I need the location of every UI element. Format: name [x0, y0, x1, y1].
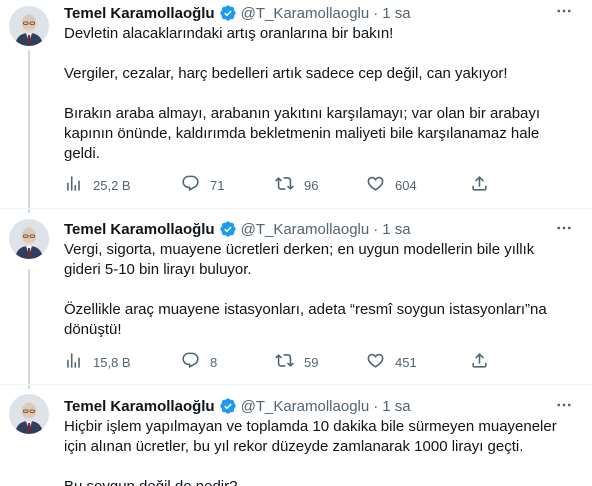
tweet-paragraph: Bu soygun değil de nedir? [64, 477, 574, 486]
tweet[interactable]: Temel Karamollaoğlu @T_Karamollaoglu · 1… [0, 392, 592, 486]
retweet-count: 59 [304, 354, 319, 370]
retweet-button[interactable]: 59 [275, 352, 318, 372]
timestamp[interactable]: 1 sa [382, 221, 410, 238]
tweet-divider [0, 208, 592, 209]
views-button[interactable]: 15,8 B [64, 352, 131, 372]
tweet-paragraph: Vergiler, cezalar, harç bedelleri artık … [64, 65, 508, 82]
separator-dot: · [373, 220, 379, 238]
like-icon [366, 351, 385, 373]
views-icon [64, 174, 83, 196]
tweet-actions: 25,2 B 71 96 604 [64, 175, 564, 195]
reply-count: 8 [210, 354, 218, 370]
tweet-paragraph: Devletin alacaklarındaki artış oranların… [64, 25, 394, 42]
verified-badge-icon [219, 220, 237, 238]
more-options-icon[interactable] [554, 396, 574, 414]
retweet-icon [275, 351, 294, 373]
author-name[interactable]: Temel Karamollaoğlu [64, 221, 215, 238]
author-handle[interactable]: @T_Karamollaoglu [241, 398, 370, 415]
like-icon [366, 174, 385, 196]
share-icon [470, 351, 489, 373]
retweet-button[interactable]: 96 [275, 175, 318, 195]
timestamp[interactable]: 1 sa [382, 398, 410, 415]
avatar[interactable] [9, 6, 49, 46]
separator-dot: · [373, 4, 379, 22]
views-icon [64, 351, 83, 373]
share-button[interactable] [470, 352, 489, 372]
views-button[interactable]: 25,2 B [64, 175, 131, 195]
views-count: 25,2 B [93, 177, 131, 193]
reply-button[interactable]: 71 [181, 175, 224, 195]
views-count: 15,8 B [93, 354, 131, 370]
tweet-text: Devletin alacaklarındaki artış oranların… [64, 24, 574, 164]
more-options-icon[interactable] [554, 2, 574, 20]
separator-dot: · [373, 397, 379, 415]
like-count: 451 [395, 354, 417, 370]
tweet[interactable]: Temel Karamollaoğlu @T_Karamollaoglu · 1… [0, 0, 592, 210]
more-options-icon[interactable] [554, 219, 574, 237]
tweet-text: Vergi, sigorta, muayene ücretleri derken… [64, 240, 574, 340]
like-button[interactable]: 604 [366, 175, 417, 195]
reply-count: 71 [210, 177, 225, 193]
tweet-paragraph: Özellikle araç muayene istasyonları, ade… [64, 301, 547, 338]
tweet-text: Hiçbir işlem yapılmayan ve toplamda 10 d… [64, 417, 574, 486]
reply-icon [181, 174, 200, 196]
avatar[interactable] [9, 219, 49, 259]
verified-badge-icon [219, 4, 237, 22]
retweet-icon [275, 174, 294, 196]
share-icon [470, 174, 489, 196]
author-handle[interactable]: @T_Karamollaoglu [241, 5, 370, 22]
tweet-paragraph: Bırakın araba almayı, arabanın yakıtını … [64, 105, 541, 162]
tweet-paragraph: Vergi, sigorta, muayene ücretleri derken… [64, 241, 535, 278]
tweet[interactable]: Temel Karamollaoğlu @T_Karamollaoglu · 1… [0, 217, 592, 387]
tweet-paragraph: Hiçbir işlem yapılmayan ve toplamda 10 d… [64, 418, 557, 455]
retweet-count: 96 [304, 177, 319, 193]
verified-badge-icon [219, 397, 237, 415]
avatar[interactable] [9, 394, 49, 434]
author-name[interactable]: Temel Karamollaoğlu [64, 398, 215, 415]
like-button[interactable]: 451 [366, 352, 417, 372]
timestamp[interactable]: 1 sa [382, 5, 410, 22]
tweet-divider [0, 384, 592, 385]
author-name[interactable]: Temel Karamollaoğlu [64, 5, 215, 22]
author-handle[interactable]: @T_Karamollaoglu [241, 221, 370, 238]
reply-icon [181, 351, 200, 373]
like-count: 604 [395, 177, 417, 193]
tweet-actions: 15,8 B 8 59 451 [64, 352, 564, 372]
share-button[interactable] [470, 175, 489, 195]
reply-button[interactable]: 8 [181, 352, 217, 372]
